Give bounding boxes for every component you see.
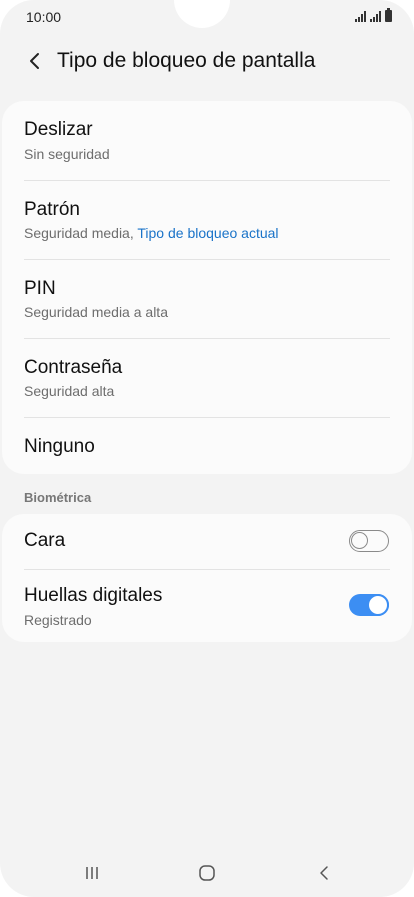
option-title: Contraseña — [24, 357, 123, 378]
back-icon — [320, 866, 328, 880]
option-title: Patrón — [24, 199, 80, 220]
back-button[interactable] — [20, 46, 50, 76]
biometric-title: Cara — [24, 530, 66, 551]
camera-notch — [174, 0, 230, 28]
option-pin[interactable]: PIN Seguridad media a alta — [2, 259, 412, 338]
option-ninguno[interactable]: Ninguno — [2, 417, 412, 474]
chevron-left-icon — [30, 53, 39, 69]
biometric-item-face[interactable]: Cara — [2, 514, 412, 569]
face-toggle[interactable] — [349, 530, 389, 552]
biometrics-list: Cara Huellas digitales Registrado — [2, 514, 412, 642]
home-icon — [199, 865, 215, 881]
fingerprint-toggle[interactable] — [349, 594, 389, 616]
status-icons — [355, 8, 392, 22]
home-button[interactable] — [192, 860, 222, 886]
phone-screen: 10:00 Tipo de bloqueo de pantalla Desliz… — [0, 0, 414, 897]
biometric-subtitle: Registrado — [24, 612, 92, 628]
option-title: Ninguno — [24, 436, 95, 457]
status-time: 10:00 — [26, 9, 62, 25]
recent-apps-icon — [86, 867, 98, 879]
biometric-title: Huellas digitales — [24, 585, 163, 606]
option-subtitle: Sin seguridad — [24, 146, 110, 162]
option-subtitle: Seguridad media, Tipo de bloqueo actual — [24, 225, 279, 241]
recent-apps-button[interactable] — [77, 860, 107, 886]
option-title: PIN — [24, 278, 56, 299]
page-title: Tipo de bloqueo de pantalla — [57, 49, 316, 72]
section-label-biometrics: Biométrica — [24, 490, 92, 505]
nav-back-button[interactable] — [309, 860, 339, 886]
navigation-bar — [0, 850, 414, 896]
current-lock-label: Tipo de bloqueo actual — [137, 225, 279, 241]
lock-type-list: Deslizar Sin seguridad Patrón Seguridad … — [2, 101, 412, 474]
option-patron[interactable]: Patrón Seguridad media, Tipo de bloqueo … — [2, 180, 412, 259]
app-header: Tipo de bloqueo de pantalla — [0, 38, 414, 84]
option-deslizar[interactable]: Deslizar Sin seguridad — [2, 101, 412, 180]
signal-icon — [355, 11, 366, 22]
battery-icon — [385, 8, 392, 22]
option-subtitle-text: Seguridad media, — [24, 225, 138, 241]
option-subtitle: Seguridad alta — [24, 383, 115, 399]
biometric-item-fingerprints[interactable]: Huellas digitales Registrado — [2, 569, 412, 642]
option-subtitle: Seguridad media a alta — [24, 304, 168, 320]
option-contrasena[interactable]: Contraseña Seguridad alta — [2, 338, 412, 417]
signal-icon — [370, 11, 381, 22]
status-bar: 10:00 — [0, 0, 414, 34]
toggle-knob — [367, 594, 389, 616]
option-title: Deslizar — [24, 119, 93, 140]
toggle-knob — [351, 532, 368, 549]
